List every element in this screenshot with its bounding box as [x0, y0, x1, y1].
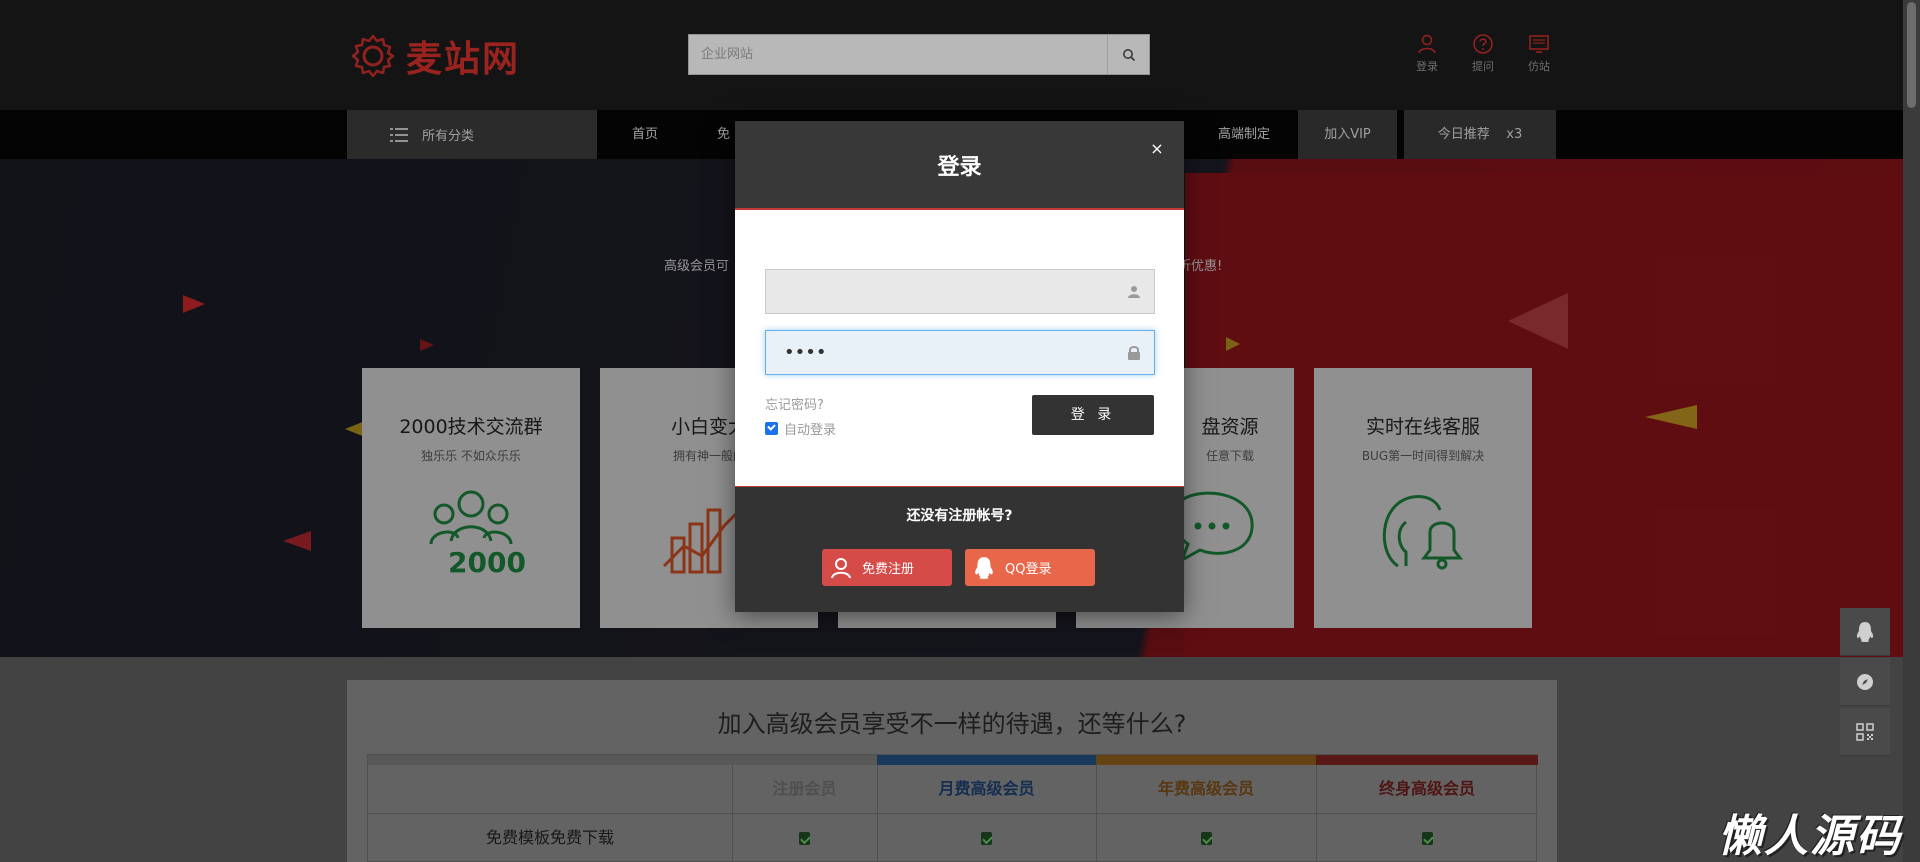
qq-login-button[interactable]: QQ登录 — [965, 549, 1095, 586]
username-field — [765, 269, 1155, 314]
no-account-text: 还没有注册帐号? — [906, 508, 1013, 524]
auto-login-label: 自动登录 — [784, 423, 837, 438]
login-modal: 登录 × 忘记密码? 自动登录 登 录 还没有注册帐号? — [735, 121, 1184, 612]
modal-header: 登录 × — [735, 121, 1184, 210]
qq-icon — [975, 556, 993, 579]
auto-login-checkbox[interactable]: 自动登录 — [765, 419, 836, 438]
compass-icon — [1857, 673, 1873, 690]
page-scrollbar[interactable] — [1903, 0, 1920, 862]
user-icon — [1114, 285, 1154, 299]
qrcode-icon — [1856, 722, 1874, 741]
register-label: 免费注册 — [862, 562, 915, 577]
username-input[interactable] — [766, 270, 1114, 313]
forgot-password-link[interactable]: 忘记密码? — [765, 394, 824, 413]
watermark: 懒人源码 — [1718, 811, 1902, 862]
modal-footer: 还没有注册帐号? 免费注册 QQ登录 — [735, 486, 1184, 612]
login-submit-button[interactable]: 登 录 — [1032, 395, 1154, 435]
password-field — [765, 330, 1155, 375]
side-qq-button[interactable] — [1840, 608, 1890, 656]
user-icon — [831, 557, 851, 578]
lock-icon — [1114, 345, 1154, 361]
side-qrcode-button[interactable] — [1840, 708, 1890, 756]
register-button[interactable]: 免费注册 — [822, 549, 952, 586]
qq-login-label: QQ登录 — [1005, 562, 1052, 577]
password-input[interactable] — [766, 331, 1114, 374]
checkbox-checked-icon[interactable] — [765, 422, 778, 435]
scrollbar-thumb[interactable] — [1907, 2, 1916, 108]
side-compass-button[interactable] — [1840, 658, 1890, 706]
close-button[interactable]: × — [1147, 139, 1167, 159]
modal-title: 登录 — [937, 155, 982, 180]
qq-icon — [1856, 621, 1874, 642]
